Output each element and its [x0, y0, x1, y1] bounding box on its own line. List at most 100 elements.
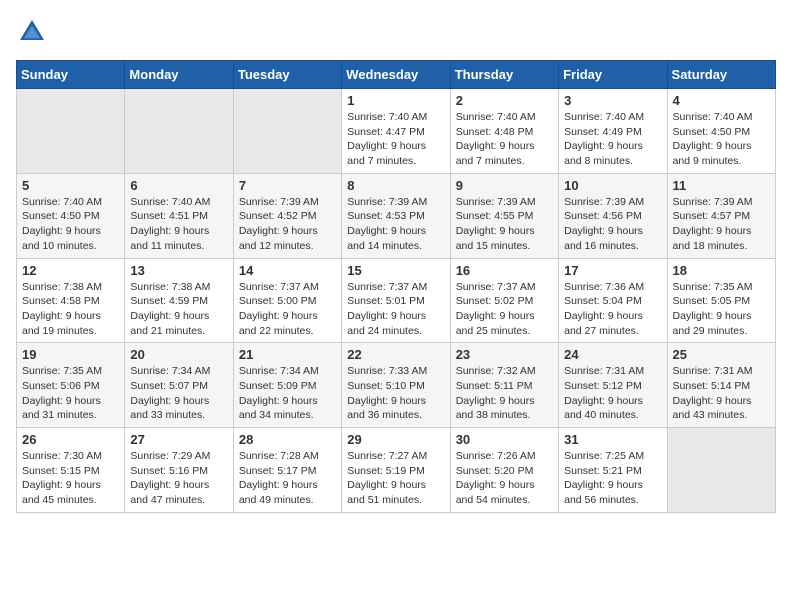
- day-info: Sunrise: 7:37 AMSunset: 5:01 PMDaylight:…: [347, 280, 444, 339]
- day-info: Sunrise: 7:39 AMSunset: 4:57 PMDaylight:…: [673, 195, 770, 254]
- day-cell: [667, 428, 775, 513]
- day-info: Sunrise: 7:32 AMSunset: 5:11 PMDaylight:…: [456, 364, 553, 423]
- day-info: Sunrise: 7:40 AMSunset: 4:49 PMDaylight:…: [564, 110, 661, 169]
- day-number: 25: [673, 347, 770, 362]
- day-number: 22: [347, 347, 444, 362]
- weekday-header-thursday: Thursday: [450, 61, 558, 89]
- day-cell: 29 Sunrise: 7:27 AMSunset: 5:19 PMDayligh…: [342, 428, 450, 513]
- day-number: 29: [347, 432, 444, 447]
- day-info: Sunrise: 7:35 AMSunset: 5:05 PMDaylight:…: [673, 280, 770, 339]
- day-cell: [125, 89, 233, 174]
- day-cell: 22 Sunrise: 7:33 AMSunset: 5:10 PMDayligh…: [342, 343, 450, 428]
- day-cell: 10Sunrise: 7:39 AMSunset: 4:56 PMDayligh…: [559, 173, 667, 258]
- day-number: 2: [456, 93, 553, 108]
- day-cell: [17, 89, 125, 174]
- day-cell: 5 Sunrise: 7:40 AMSunset: 4:50 PMDaylight…: [17, 173, 125, 258]
- day-number: 13: [130, 263, 227, 278]
- day-number: 31: [564, 432, 661, 447]
- day-info: Sunrise: 7:40 AMSunset: 4:50 PMDaylight:…: [22, 195, 119, 254]
- day-cell: 1 Sunrise: 7:40 AMSunset: 4:47 PMDaylight…: [342, 89, 450, 174]
- day-number: 1: [347, 93, 444, 108]
- day-number: 9: [456, 178, 553, 193]
- day-number: 27: [130, 432, 227, 447]
- day-number: 15: [347, 263, 444, 278]
- day-cell: 8Sunrise: 7:39 AMSunset: 4:53 PMDaylight…: [342, 173, 450, 258]
- day-info: Sunrise: 7:39 AMSunset: 4:52 PMDaylight:…: [239, 195, 336, 254]
- day-number: 30: [456, 432, 553, 447]
- day-number: 5: [22, 178, 119, 193]
- day-number: 16: [456, 263, 553, 278]
- day-info: Sunrise: 7:30 AMSunset: 5:15 PMDaylight:…: [22, 449, 119, 508]
- day-cell: 16 Sunrise: 7:37 AMSunset: 5:02 PMDayligh…: [450, 258, 558, 343]
- day-info: Sunrise: 7:35 AMSunset: 5:06 PMDaylight:…: [22, 364, 119, 423]
- day-info: Sunrise: 7:28 AMSunset: 5:17 PMDaylight:…: [239, 449, 336, 508]
- day-cell: 11 Sunrise: 7:39 AMSunset: 4:57 PMDayligh…: [667, 173, 775, 258]
- day-cell: 6 Sunrise: 7:40 AMSunset: 4:51 PMDaylight…: [125, 173, 233, 258]
- day-number: 6: [130, 178, 227, 193]
- day-number: 18: [673, 263, 770, 278]
- day-cell: 23 Sunrise: 7:32 AMSunset: 5:11 PMDayligh…: [450, 343, 558, 428]
- weekday-header-sunday: Sunday: [17, 61, 125, 89]
- day-cell: 31 Sunrise: 7:25 AMSunset: 5:21 PMDayligh…: [559, 428, 667, 513]
- day-number: 23: [456, 347, 553, 362]
- day-cell: 18 Sunrise: 7:35 AMSunset: 5:05 PMDayligh…: [667, 258, 775, 343]
- day-info: Sunrise: 7:29 AMSunset: 5:16 PMDaylight:…: [130, 449, 227, 508]
- day-info: Sunrise: 7:26 AMSunset: 5:20 PMDaylight:…: [456, 449, 553, 508]
- day-info: Sunrise: 7:27 AMSunset: 5:19 PMDaylight:…: [347, 449, 444, 508]
- logo-icon: [16, 16, 48, 48]
- day-info: Sunrise: 7:38 AMSunset: 4:59 PMDaylight:…: [130, 280, 227, 339]
- day-cell: 21 Sunrise: 7:34 AMSunset: 5:09 PMDayligh…: [233, 343, 341, 428]
- week-row-3: 12 Sunrise: 7:38 AMSunset: 4:58 PMDayligh…: [17, 258, 776, 343]
- day-info: Sunrise: 7:38 AMSunset: 4:58 PMDaylight:…: [22, 280, 119, 339]
- day-number: 4: [673, 93, 770, 108]
- day-cell: 25 Sunrise: 7:31 AMSunset: 5:14 PMDayligh…: [667, 343, 775, 428]
- day-number: 11: [673, 178, 770, 193]
- day-info: Sunrise: 7:31 AMSunset: 5:12 PMDaylight:…: [564, 364, 661, 423]
- weekday-header-tuesday: Tuesday: [233, 61, 341, 89]
- day-cell: 17Sunrise: 7:36 AMSunset: 5:04 PMDayligh…: [559, 258, 667, 343]
- weekday-header-row: SundayMondayTuesdayWednesdayThursdayFrid…: [17, 61, 776, 89]
- weekday-header-friday: Friday: [559, 61, 667, 89]
- weekday-header-wednesday: Wednesday: [342, 61, 450, 89]
- day-number: 14: [239, 263, 336, 278]
- day-info: Sunrise: 7:40 AMSunset: 4:51 PMDaylight:…: [130, 195, 227, 254]
- day-info: Sunrise: 7:34 AMSunset: 5:09 PMDaylight:…: [239, 364, 336, 423]
- logo: [16, 16, 52, 48]
- day-info: Sunrise: 7:40 AMSunset: 4:47 PMDaylight:…: [347, 110, 444, 169]
- day-info: Sunrise: 7:39 AMSunset: 4:56 PMDaylight:…: [564, 195, 661, 254]
- day-cell: 15 Sunrise: 7:37 AMSunset: 5:01 PMDayligh…: [342, 258, 450, 343]
- day-cell: 13 Sunrise: 7:38 AMSunset: 4:59 PMDayligh…: [125, 258, 233, 343]
- day-number: 20: [130, 347, 227, 362]
- day-number: 12: [22, 263, 119, 278]
- day-cell: 24 Sunrise: 7:31 AMSunset: 5:12 PMDayligh…: [559, 343, 667, 428]
- day-cell: 4Sunrise: 7:40 AMSunset: 4:50 PMDaylight…: [667, 89, 775, 174]
- day-number: 21: [239, 347, 336, 362]
- day-info: Sunrise: 7:31 AMSunset: 5:14 PMDaylight:…: [673, 364, 770, 423]
- day-cell: 7 Sunrise: 7:39 AMSunset: 4:52 PMDaylight…: [233, 173, 341, 258]
- day-cell: 26 Sunrise: 7:30 AMSunset: 5:15 PMDayligh…: [17, 428, 125, 513]
- week-row-2: 5 Sunrise: 7:40 AMSunset: 4:50 PMDaylight…: [17, 173, 776, 258]
- day-cell: 27 Sunrise: 7:29 AMSunset: 5:16 PMDayligh…: [125, 428, 233, 513]
- day-info: Sunrise: 7:40 AMSunset: 4:48 PMDaylight:…: [456, 110, 553, 169]
- day-number: 3: [564, 93, 661, 108]
- day-number: 19: [22, 347, 119, 362]
- day-cell: 28Sunrise: 7:28 AMSunset: 5:17 PMDayligh…: [233, 428, 341, 513]
- day-cell: [233, 89, 341, 174]
- day-info: Sunrise: 7:25 AMSunset: 5:21 PMDaylight:…: [564, 449, 661, 508]
- week-row-5: 26 Sunrise: 7:30 AMSunset: 5:15 PMDayligh…: [17, 428, 776, 513]
- day-number: 24: [564, 347, 661, 362]
- day-info: Sunrise: 7:37 AMSunset: 5:02 PMDaylight:…: [456, 280, 553, 339]
- day-info: Sunrise: 7:39 AMSunset: 4:55 PMDaylight:…: [456, 195, 553, 254]
- week-row-1: 1 Sunrise: 7:40 AMSunset: 4:47 PMDaylight…: [17, 89, 776, 174]
- day-number: 7: [239, 178, 336, 193]
- day-info: Sunrise: 7:34 AMSunset: 5:07 PMDaylight:…: [130, 364, 227, 423]
- day-info: Sunrise: 7:33 AMSunset: 5:10 PMDaylight:…: [347, 364, 444, 423]
- day-number: 8: [347, 178, 444, 193]
- page-header: [16, 16, 776, 48]
- day-cell: 19 Sunrise: 7:35 AMSunset: 5:06 PMDayligh…: [17, 343, 125, 428]
- day-number: 26: [22, 432, 119, 447]
- day-cell: 14Sunrise: 7:37 AMSunset: 5:00 PMDayligh…: [233, 258, 341, 343]
- week-row-4: 19 Sunrise: 7:35 AMSunset: 5:06 PMDayligh…: [17, 343, 776, 428]
- day-info: Sunrise: 7:36 AMSunset: 5:04 PMDaylight:…: [564, 280, 661, 339]
- day-cell: 9 Sunrise: 7:39 AMSunset: 4:55 PMDaylight…: [450, 173, 558, 258]
